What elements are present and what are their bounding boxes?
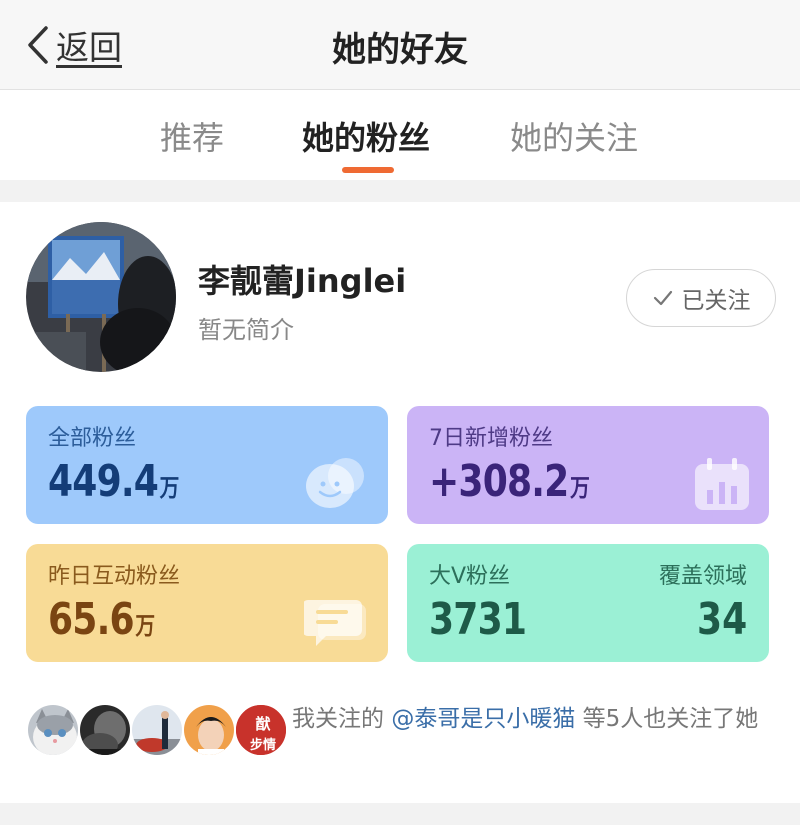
check-icon bbox=[653, 290, 672, 306]
chat-bubble-icon bbox=[304, 600, 366, 646]
mutual-avatar bbox=[182, 703, 236, 757]
new-fans-7d-card[interactable]: 7日新增粉丝 +308.2万 bbox=[407, 406, 769, 524]
interactive-fans-value: 65.6万 bbox=[48, 594, 156, 645]
new-fans-7d-value: +308.2万 bbox=[429, 456, 590, 507]
tab-her-following[interactable]: 她的关注 bbox=[510, 113, 638, 159]
big-v-fans-value: 3731 bbox=[429, 594, 527, 645]
active-tab-indicator bbox=[342, 167, 394, 173]
page-title: 她的好友 bbox=[332, 30, 468, 70]
new-fans-7d-label: 7日新增粉丝 bbox=[429, 426, 553, 451]
big-v-fans-label: 大V粉丝 bbox=[429, 564, 511, 589]
mutual-suffix: 等5人也关注了她 bbox=[575, 706, 759, 732]
all-fans-card[interactable]: 全部粉丝 449.4万 bbox=[26, 406, 388, 524]
user-name: 李靓蕾Jinglei bbox=[198, 262, 407, 300]
avatar-image bbox=[26, 222, 176, 372]
avatar[interactable] bbox=[26, 222, 176, 372]
coverage-label: 覆盖领域 bbox=[658, 564, 747, 589]
mutual-prefix: 我关注的 bbox=[292, 706, 392, 732]
mutual-avatar bbox=[130, 703, 184, 757]
section-divider-bottom bbox=[0, 803, 800, 825]
big-v-fans-card[interactable]: 大V粉丝 覆盖领域 3731 34 bbox=[407, 544, 769, 662]
mutual-avatar bbox=[26, 703, 80, 757]
interactive-fans-card[interactable]: 昨日互动粉丝 65.6万 bbox=[26, 544, 388, 662]
tab-her-fans[interactable]: 她的粉丝 bbox=[302, 113, 430, 159]
followed-label: 已关注 bbox=[681, 288, 751, 314]
mutual-avatar: 猷 步情 bbox=[234, 703, 288, 757]
tab-recommend[interactable]: 推荐 bbox=[160, 113, 224, 159]
mutual-followers-text: 我关注的 @泰哥是只小暖猫 等5人也关注了她 bbox=[292, 704, 782, 734]
user-bio: 暂无简介 bbox=[198, 316, 294, 344]
fans-group-icon bbox=[306, 458, 364, 508]
nav-bar: 返回 她的好友 bbox=[0, 0, 800, 90]
tab-bar: 推荐 她的粉丝 她的关注 bbox=[0, 91, 800, 180]
all-fans-value: 449.4万 bbox=[48, 456, 180, 507]
section-divider bbox=[0, 180, 800, 202]
interactive-fans-label: 昨日互动粉丝 bbox=[48, 564, 181, 589]
avatar-badge-text-2: 步情 bbox=[250, 737, 276, 753]
mutual-avatar bbox=[78, 703, 132, 757]
avatar-badge-text-1: 猷 bbox=[255, 715, 270, 733]
calendar-chart-icon bbox=[695, 458, 749, 510]
followed-button[interactable]: 已关注 bbox=[626, 269, 776, 327]
coverage-value: 34 bbox=[696, 594, 747, 645]
mutual-user-link[interactable]: @泰哥是只小暖猫 bbox=[391, 706, 575, 732]
all-fans-label: 全部粉丝 bbox=[48, 426, 137, 451]
